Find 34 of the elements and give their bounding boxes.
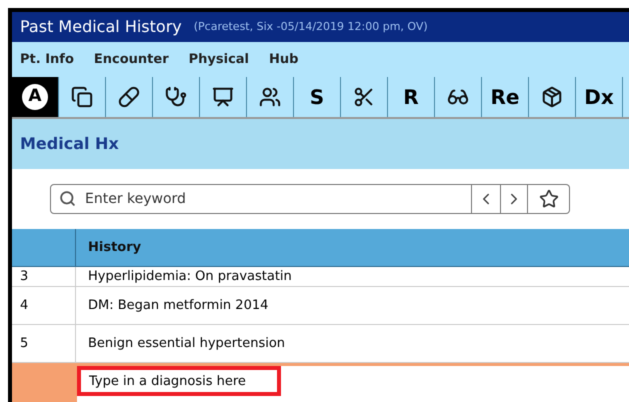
search-icon [59, 190, 76, 207]
search-field[interactable]: Enter keyword [50, 184, 472, 214]
column-header[interactable]: History [76, 238, 142, 258]
stethoscope-icon [165, 86, 187, 108]
menu-item[interactable]: Encounter [94, 50, 169, 70]
row-number: 5 [20, 334, 28, 353]
star-icon [538, 189, 558, 209]
menu-item[interactable]: Hub [269, 50, 298, 70]
window-subtitle: (Pcaretest, Six -05/14/2019 12:00 pm, OV) [194, 18, 428, 35]
row-number: 4 [20, 296, 28, 315]
pill-icon [118, 86, 140, 108]
copy-icon [71, 86, 93, 108]
menu-item[interactable]: Pt. Info [20, 50, 74, 70]
next-button[interactable] [500, 184, 528, 214]
toolbar-button[interactable]: Re [482, 77, 529, 117]
family-icon [259, 86, 281, 108]
previous-button[interactable] [472, 184, 500, 214]
toolbar-button[interactable]: S [294, 77, 341, 117]
toolbar-button[interactable]: Dx [576, 77, 623, 117]
diagnosis-input[interactable]: Type in a diagnosis here [77, 366, 281, 396]
table-cell-text: Benign essential hypertension [88, 334, 286, 353]
table-cell-text: Hyperlipidemia: On pravastatin [88, 268, 292, 286]
table-row[interactable]: 3 Hyperlipidemia: On pravastatin [12, 267, 629, 287]
favorite-button[interactable] [528, 184, 570, 214]
table-cell-text: DM: Began metformin 2014 [88, 296, 268, 315]
table-row[interactable]: 4 DM: Began metformin 2014 [12, 287, 629, 325]
toolbar-button[interactable]: A [12, 77, 59, 117]
board-icon [212, 86, 234, 108]
scissors-icon [353, 86, 375, 108]
section-title: Medical Hx [20, 133, 119, 155]
row-number: 3 [20, 268, 28, 286]
toolbar-button[interactable]: R [388, 77, 435, 117]
menu-item[interactable]: Physical [188, 50, 250, 70]
window-title: Past Medical History [20, 16, 182, 38]
